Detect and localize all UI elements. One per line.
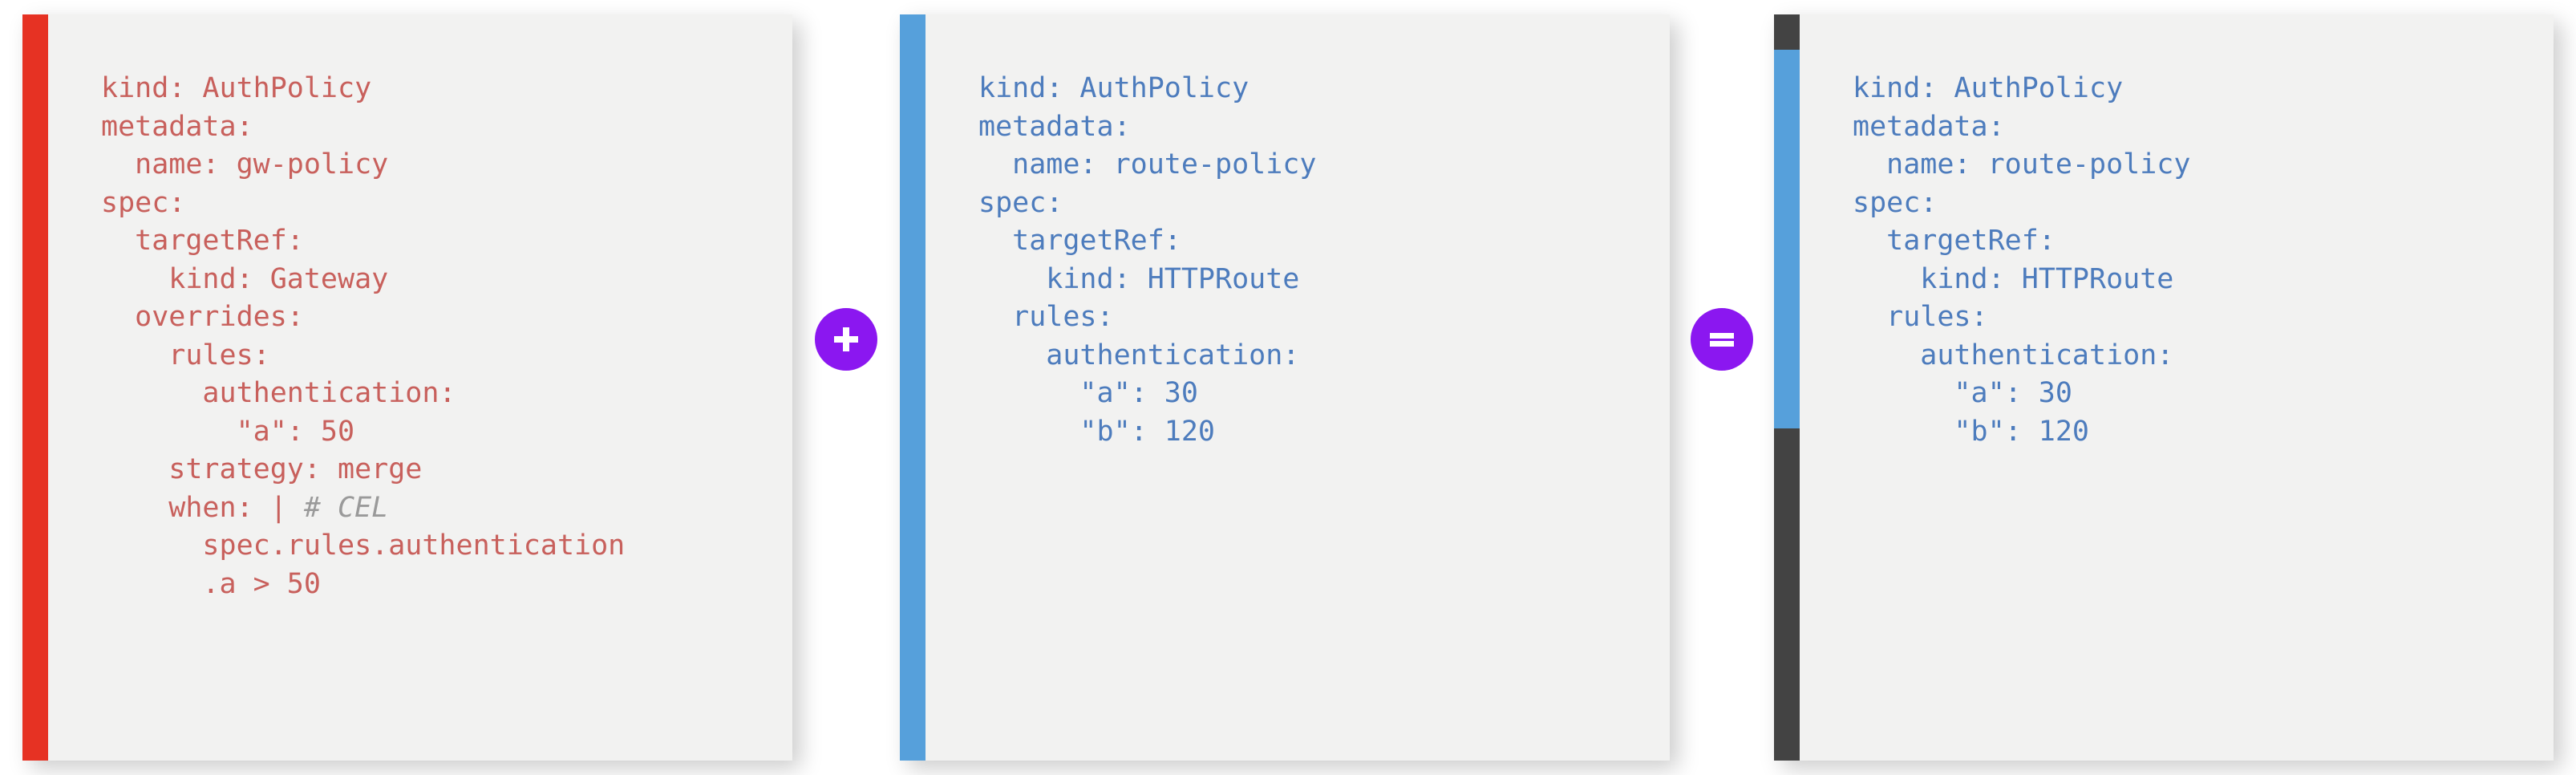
code-line: "a": 50 (101, 415, 355, 448)
code-line: targetRef: (978, 225, 1181, 257)
code-line: targetRef: (101, 225, 304, 257)
code-line: kind: AuthPolicy (978, 72, 1250, 104)
gateway-policy-card: kind: AuthPolicy metadata: name: gw-polic… (22, 14, 792, 761)
code-line: "a": 30 (1853, 377, 2072, 409)
code-line: spec: (1853, 186, 1938, 219)
code-line: name: route-policy (978, 148, 1317, 181)
code-line: kind: HTTPRoute (1853, 262, 2174, 295)
policy-merge-diagram: kind: AuthPolicy metadata: name: gw-polic… (0, 0, 2576, 775)
red-accent-bar (22, 14, 48, 761)
code-line: authentication: (101, 377, 456, 409)
gateway-policy-code: kind: AuthPolicy metadata: name: gw-polic… (48, 43, 792, 732)
code-line-when: when: | # CEL (101, 489, 792, 528)
blue-accent-bar (900, 14, 925, 761)
code-line: spec: (978, 186, 1063, 219)
accent-segment-red (22, 14, 48, 761)
code-line: targetRef: (1853, 225, 2056, 257)
equals-icon (1710, 333, 1734, 347)
merged-policy-card: kind: AuthPolicy metadata: name: route-po… (1774, 14, 2554, 761)
plus-icon (834, 327, 858, 351)
accent-segment-blue (1774, 50, 1800, 428)
merged-policy-code: kind: AuthPolicy metadata: name: route-po… (1800, 43, 2554, 732)
segmented-accent-bar (1774, 14, 1800, 761)
accent-segment-blue (900, 14, 925, 761)
code-line: "b": 120 (1853, 415, 2090, 448)
code-line: kind: AuthPolicy (1853, 72, 2124, 104)
code-line: kind: AuthPolicy (101, 72, 372, 104)
code-line: metadata: (101, 110, 253, 143)
code-line-text: when: | (101, 491, 304, 524)
code-line: .a > 50 (101, 567, 321, 600)
route-policy-card: kind: AuthPolicy metadata: name: route-po… (900, 14, 1670, 761)
code-line: name: route-policy (1853, 148, 2191, 181)
accent-segment-dark-top (1774, 14, 1800, 50)
code-line: metadata: (1853, 110, 2005, 143)
code-line: rules: (1853, 301, 1988, 333)
code-line: authentication: (978, 339, 1300, 371)
route-policy-code: kind: AuthPolicy metadata: name: route-po… (925, 43, 1670, 732)
code-line: strategy: merge (101, 453, 423, 485)
equals-operator-badge (1691, 308, 1753, 371)
code-line: kind: Gateway (101, 262, 389, 295)
code-line: kind: HTTPRoute (978, 262, 1300, 295)
code-line: "b": 120 (978, 415, 1216, 448)
code-line: overrides: (101, 301, 304, 333)
plus-operator-badge (815, 308, 877, 371)
code-line: authentication: (1853, 339, 2174, 371)
code-line: rules: (101, 339, 270, 371)
code-line: "a": 30 (978, 377, 1198, 409)
code-line: spec: (101, 186, 186, 219)
cel-comment: # CEL (303, 491, 389, 524)
code-line: metadata: (978, 110, 1131, 143)
code-line: rules: (978, 301, 1114, 333)
code-line: name: gw-policy (101, 148, 389, 181)
accent-segment-dark-bottom (1774, 428, 1800, 761)
code-line: spec.rules.authentication (101, 530, 626, 562)
